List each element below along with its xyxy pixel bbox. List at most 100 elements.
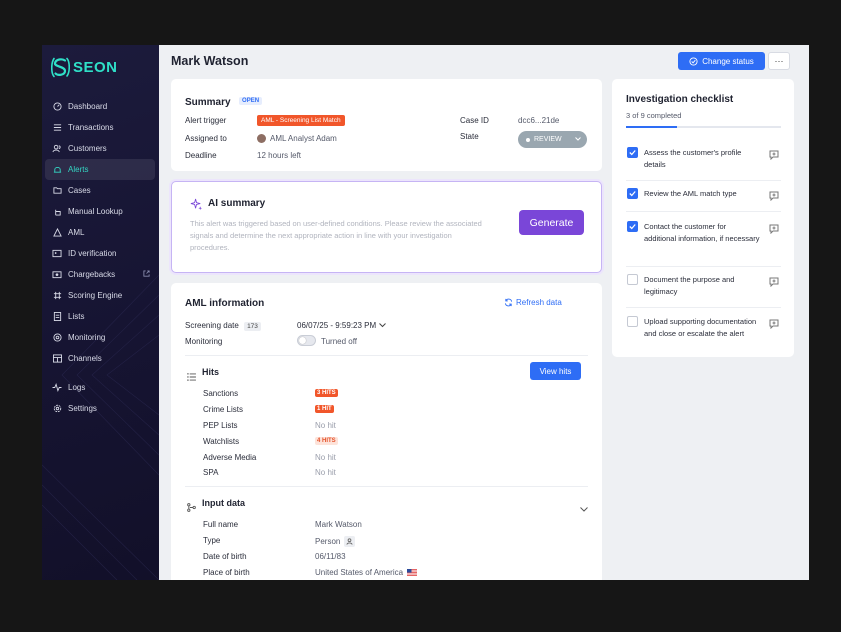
sidebar-item-manual-lookup[interactable]: Manual Lookup [45,201,155,222]
sidebar-item-logs[interactable]: Logs [45,377,155,398]
investigation-checklist-card: Investigation checklist 3 of 9 completed… [612,79,794,357]
checklist-item: Contact the customer for additional info… [626,221,781,267]
assigned-label: Assigned to [185,134,227,143]
checkbox[interactable] [627,188,638,199]
checkbox[interactable] [627,147,638,158]
hit-name-watchlists: Watchlists [203,437,240,446]
state-value: REVIEW [534,136,562,143]
checklist-item: Upload supporting documentation and clos… [626,316,781,352]
hit-badge-watchlists: 4 HITS [315,437,338,445]
screening-date-label: Screening date [185,321,239,330]
checkbox[interactable] [627,316,638,327]
dashboard-icon [52,102,62,112]
avatar [257,134,266,143]
hit-value-pep-lists: No hit [315,421,336,430]
warning-icon [52,228,62,238]
sidebar-item-label: Monitoring [68,333,106,342]
view-hits-button[interactable]: View hits [530,362,581,380]
ai-summary-title: AI summary [208,198,266,209]
external-link-icon [143,270,150,279]
alert-trigger-tag: AML - Screening List Match [257,115,345,126]
screening-count-badge: 173 [244,322,261,331]
case-id-value: dcc6...21de [518,116,560,125]
assignee[interactable]: AML Analyst Adam [257,134,337,143]
sidebar-item-transactions[interactable]: Transactions [45,117,155,138]
checklist-progress-bar [626,126,781,128]
summary-card: Summary OPEN Alert trigger AML - Screeni… [171,79,602,171]
monitoring-value: Turned off [321,337,358,346]
sidebar-item-monitoring[interactable]: Monitoring [45,327,155,348]
sidebar-item-label: Settings [68,404,97,413]
checkbox[interactable] [627,274,638,285]
sidebar-item-label: Lists [68,312,85,321]
hit-badge-sanctions: 3 HITS [315,389,338,397]
id-card-icon [52,249,62,259]
chevron-down-icon [575,136,581,143]
state-dropdown[interactable]: REVIEW [518,131,587,148]
sidebar-item-dashboard[interactable]: Dashboard [45,96,155,117]
sidebar-item-aml[interactable]: AML [45,222,155,243]
sidebar-item-id-verification[interactable]: ID verification [45,243,155,264]
checklist-item-text: Upload supporting documentation and clos… [644,317,757,338]
brand-name: SEON [73,59,118,76]
gear-icon [52,404,62,414]
sidebar-item-alerts[interactable]: Alerts [45,159,155,180]
screening-date-dropdown[interactable]: 06/07/25 - 9:59:23 PM [297,321,387,330]
input-type-row: Person [315,536,356,547]
more-options-button[interactable]: ··· [768,52,790,70]
refresh-data-link[interactable]: Refresh data [504,298,562,307]
change-status-button[interactable]: Change status [678,52,765,70]
hit-value-spa: No hit [315,468,336,477]
sidebar-item-label: ID verification [68,249,117,258]
input-label-place-of-birth: Place of birth [203,568,250,577]
add-comment-icon[interactable] [769,221,779,239]
sparkle-icon [190,198,203,216]
sidebar-item-scoring-engine[interactable]: Scoring Engine [45,285,155,306]
list-icon [52,123,62,133]
brand-logo[interactable]: SEON [51,57,118,78]
checklist-progress-text: 3 of 9 completed [626,111,682,120]
add-comment-icon[interactable] [769,188,779,206]
chevron-down-icon[interactable] [580,499,588,517]
sidebar-item-label: AML [68,228,85,237]
monitoring-toggle[interactable] [297,335,316,346]
aml-information-card: AML information Refresh data Screening d… [171,283,602,580]
seon-logo-icon [51,57,70,78]
hits-title: Hits [202,367,220,377]
deadline-label: Deadline [185,151,217,160]
hit-name-adverse-media: Adverse Media [203,453,257,462]
add-comment-icon[interactable] [769,316,779,334]
us-flag-icon [407,569,418,576]
camera-icon [52,270,62,280]
ai-summary-card: AI summary This alert was triggered base… [171,181,602,273]
change-status-label: Change status [702,56,754,66]
sidebar-item-label: Chargebacks [68,270,116,279]
input-label-full-name: Full name [203,520,239,529]
input-value-dob: 06/11/83 [315,552,346,561]
input-value-type: Person [315,537,341,546]
hit-name-sanctions: Sanctions [203,389,239,398]
checklist-item-text: Contact the customer for additional info… [644,222,760,243]
app-window: SEON Dashboard Transactions Customers Al… [42,45,809,580]
sidebar-item-cases[interactable]: Cases [45,180,155,201]
sidebar-item-settings[interactable]: Settings [45,398,155,419]
generate-button[interactable]: Generate [519,210,584,235]
input-data-title: Input data [202,498,245,508]
branch-icon [187,499,196,517]
sidebar-item-channels[interactable]: Channels [45,348,155,369]
divider [185,355,588,356]
input-label-dob: Date of birth [203,552,247,561]
sidebar-item-customers[interactable]: Customers [45,138,155,159]
sidebar-item-lists[interactable]: Lists [45,306,155,327]
divider [185,486,588,487]
input-label-type: Type [203,536,221,545]
case-id-label: Case ID [460,116,489,125]
sidebar-item-label: Cases [68,186,91,195]
users-icon [52,144,62,154]
sidebar-item-chargebacks[interactable]: Chargebacks [45,264,155,285]
add-comment-icon[interactable] [769,274,779,292]
deadline-value: 12 hours left [257,151,302,160]
add-comment-icon[interactable] [769,147,779,165]
checkbox[interactable] [627,221,638,232]
input-value-place-of-birth: United States of America [315,568,404,577]
